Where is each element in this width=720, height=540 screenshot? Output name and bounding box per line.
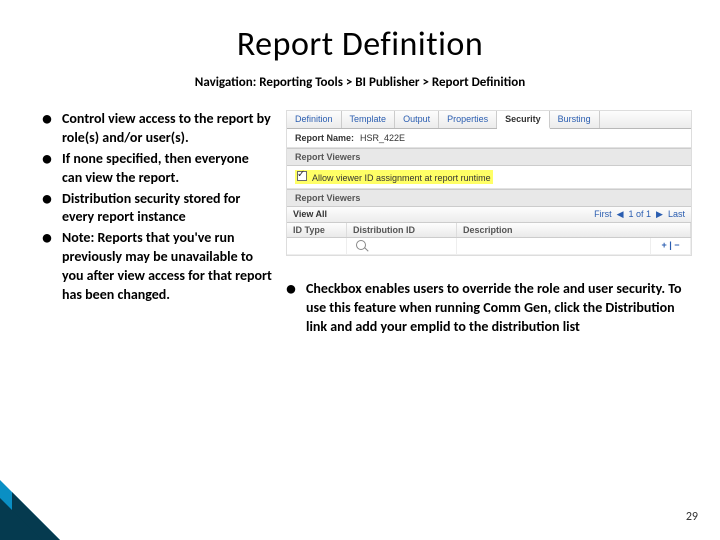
allow-viewer-checkbox[interactable] [297, 171, 307, 181]
first-link[interactable]: First [594, 209, 612, 219]
list-item: Distribution security stored for every r… [42, 190, 272, 228]
col-distribution-id: Distribution ID [347, 223, 457, 237]
tab-security[interactable]: Security [497, 111, 550, 129]
tab-definition[interactable]: Definition [287, 111, 342, 128]
cell-description [457, 238, 651, 254]
left-bullet-list: Control view access to the report by rol… [42, 110, 272, 305]
col-id-type: ID Type [287, 223, 347, 237]
section-header-viewers-2: Report Viewers [287, 189, 691, 207]
cell-id-type[interactable] [287, 238, 347, 254]
add-remove-row[interactable]: + | − [651, 238, 691, 254]
list-item: Note: Reports that you've run previously… [42, 229, 272, 305]
embedded-screenshot: Definition Template Output Properties Se… [286, 110, 692, 256]
last-link[interactable]: Last [668, 209, 685, 219]
page-title: Report Definition [0, 0, 720, 65]
table-header: ID Type Distribution ID Description [287, 223, 691, 238]
lookup-icon[interactable] [356, 240, 366, 250]
tab-properties[interactable]: Properties [439, 111, 497, 128]
list-item: Control view access to the report by rol… [42, 110, 272, 148]
report-name-label: Report Name: [295, 133, 354, 143]
allow-viewer-label: Allow viewer ID assignment at report run… [312, 173, 491, 183]
right-bullet-list: Checkbox enables users to override the r… [286, 280, 692, 337]
view-all-link[interactable]: View All [293, 209, 327, 220]
col-description: Description [457, 223, 691, 237]
breadcrumb: Navigation: Reporting Tools > BI Publish… [0, 75, 720, 90]
section-header-viewers-1: Report Viewers [287, 148, 691, 166]
page-number: 29 [686, 510, 698, 524]
tab-bursting[interactable]: Bursting [550, 111, 600, 128]
report-name-value: HSR_422E [360, 133, 405, 143]
list-item: Checkbox enables users to override the r… [286, 280, 692, 337]
tab-strip: Definition Template Output Properties Se… [287, 111, 691, 129]
tab-output[interactable]: Output [395, 111, 439, 128]
tab-template[interactable]: Template [342, 111, 396, 128]
record-range: 1 of 1 [629, 209, 652, 219]
cell-distribution-id[interactable] [347, 238, 457, 254]
table-row: + | − [287, 238, 691, 255]
list-item: If none specified, then everyone can vie… [42, 150, 272, 188]
